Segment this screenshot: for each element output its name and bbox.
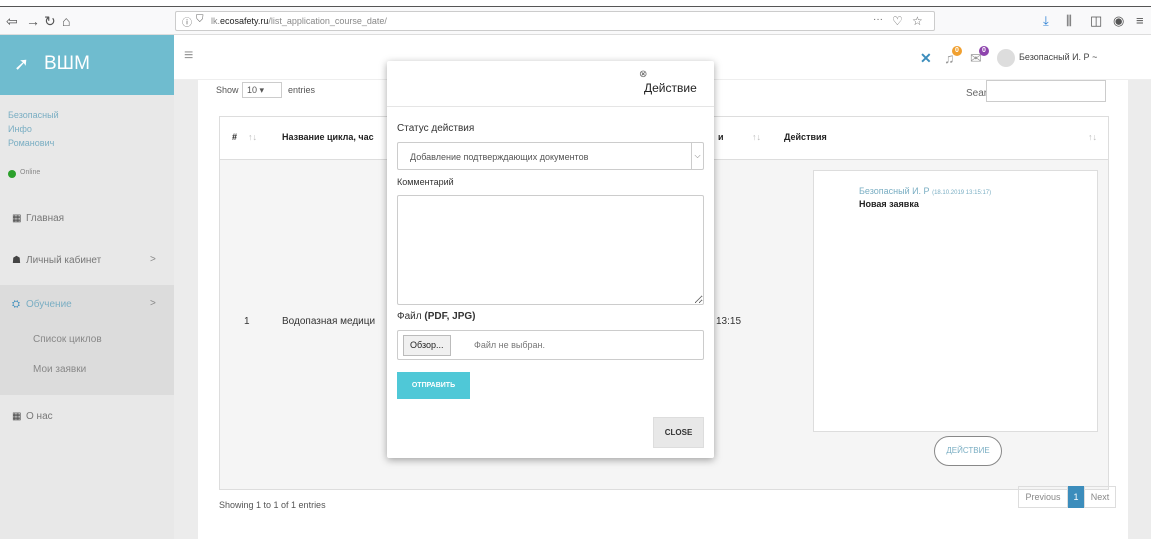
pager-previous[interactable]: Previous — [1018, 486, 1068, 508]
browse-button[interactable]: Обзор... — [403, 335, 451, 356]
pager-current-page[interactable]: 1 — [1068, 486, 1084, 508]
action-date: (18.10.2019 13:15:17) — [932, 190, 992, 196]
sidebar-item-label: О нас — [26, 411, 53, 422]
account-icon[interactable]: ◉ — [1113, 13, 1124, 29]
sidebar-item-about[interactable]: ▦ О нас — [0, 397, 174, 437]
column-header-date[interactable]: и — [718, 132, 724, 142]
chevron-right-icon: > — [150, 254, 156, 265]
column-header-actions[interactable]: Действия — [784, 132, 827, 142]
url-text: lk.ecosafety.ru/list_application_course_… — [211, 16, 387, 26]
mail-badge: 0 — [979, 46, 989, 56]
pocket-icon[interactable]: ♡ — [892, 14, 903, 28]
divider — [387, 106, 714, 107]
user-icon: ☗ — [12, 255, 21, 266]
user-menu[interactable]: Безопасный И. Р ~ — [1019, 52, 1097, 62]
chevron-right-icon: > — [150, 298, 156, 309]
action-author: Безопасный И. Р (18.10.2019 13:15:17) — [859, 186, 991, 196]
column-header-name[interactable]: Название цикла, час — [282, 132, 374, 142]
row-time: 13:15 — [716, 316, 742, 327]
pager-next[interactable]: Next — [1084, 486, 1116, 508]
page-size-select[interactable]: 10 ▾ — [242, 82, 282, 98]
top-strip — [0, 0, 1151, 7]
action-author-name: Безопасный И. Р — [859, 186, 930, 196]
chevron-down-icon[interactable]: ⌵ — [691, 143, 703, 169]
fullscreen-icon[interactable]: ✕ — [920, 50, 932, 67]
user-name-line: Романович — [8, 138, 55, 148]
file-types: (PDF, JPG) — [424, 311, 476, 322]
close-icon[interactable]: ⊗ — [639, 69, 647, 80]
address-bar[interactable]: ⓘ ⛉ lk.ecosafety.ru/list_application_cou… — [175, 11, 935, 31]
home-icon[interactable]: ⌂ — [62, 13, 70, 29]
online-status: Online — [20, 169, 41, 176]
submit-button[interactable]: ОТПРАВИТЬ — [397, 372, 470, 399]
action-button[interactable]: ДЕЙСТВИЕ — [934, 436, 1002, 466]
sidebar-toggle-icon[interactable]: ◫ — [1090, 13, 1102, 29]
file-status: Файл не выбран. — [474, 340, 545, 350]
entries-label: entries — [288, 85, 316, 95]
reload-icon[interactable]: ↻ — [44, 13, 56, 29]
table-info: Showing 1 to 1 of 1 entries — [219, 500, 326, 510]
bookmark-star-icon[interactable]: ☆ — [912, 14, 923, 28]
library-icon[interactable]: ⫼ — [1066, 13, 1072, 29]
file-label: Файл (PDF, JPG) — [397, 311, 476, 322]
row-course-name: Водопазная медици — [282, 316, 376, 327]
user-name-line: Инфо — [8, 124, 32, 134]
show-label: Show — [216, 85, 239, 95]
page-size-value: 10 — [247, 85, 258, 95]
forward-icon[interactable]: → — [26, 13, 40, 29]
sidebar: ➚ ВШМ Безопасный Инфо Романович Online ▦… — [0, 35, 174, 539]
sidebar-item-label: Обучение — [26, 299, 72, 310]
column-header-num[interactable]: # — [232, 132, 237, 142]
file-label-text: Файл — [397, 311, 422, 322]
row-number: 1 — [244, 316, 250, 327]
graduation-cap-icon: ⛭ — [12, 299, 20, 310]
more-icon[interactable]: ··· — [873, 14, 883, 25]
download-icon[interactable]: ⤓ — [1043, 13, 1049, 29]
sort-icon[interactable]: ↑↓ — [248, 132, 257, 142]
comment-textarea[interactable] — [397, 195, 704, 305]
browser-toolbar: ⇦ → ↻ ⌂ ⓘ ⛉ lk.ecosafety.ru/list_applica… — [0, 7, 1151, 35]
sidebar-item-label: Личный кабинет — [26, 255, 102, 266]
notification-badge: 0 — [952, 46, 962, 56]
action-history: Безопасный И. Р (18.10.2019 13:15:17) Но… — [813, 170, 1098, 432]
dashboard-icon: ▦ — [12, 213, 22, 224]
modal-title: Действие — [644, 81, 697, 95]
sidebar-item-cabinet[interactable]: ☗ Личный кабинет > — [0, 241, 174, 281]
sort-icon[interactable]: ↑↓ — [1088, 132, 1097, 142]
brand-logo[interactable]: ➚ ВШМ — [0, 35, 174, 95]
info-icon[interactable]: ⓘ — [182, 14, 192, 29]
sort-icon[interactable]: ↑↓ — [752, 132, 761, 142]
sidebar-item-home[interactable]: ▦ Главная — [0, 199, 174, 239]
brand-name: ВШМ — [44, 53, 90, 74]
action-modal: ⊗ Действие Статус действия Добавление по… — [387, 61, 714, 458]
paper-plane-icon: ➚ — [14, 54, 30, 74]
status-select[interactable]: Добавление подтверждающих документов ⌵ — [397, 142, 704, 170]
avatar[interactable] — [997, 49, 1015, 67]
user-name-line: Безопасный — [8, 110, 59, 120]
close-button[interactable]: CLOSE — [653, 417, 704, 448]
shield-icon[interactable]: ⛉ — [196, 14, 204, 25]
sidebar-item-label: Главная — [26, 213, 65, 224]
comment-label: Комментарий — [397, 177, 454, 187]
action-status: Новая заявка — [859, 199, 919, 209]
file-input[interactable]: Обзор... Файл не выбран. — [397, 330, 704, 360]
online-indicator — [8, 170, 16, 178]
subnav-item-my-requests[interactable]: Мои заявки — [33, 364, 86, 375]
sidebar-subnav: Список циклов Мои заявки — [0, 320, 174, 395]
hamburger-icon[interactable]: ≡ — [184, 47, 193, 65]
sidebar-item-education[interactable]: ⛭ Обучение > — [0, 285, 174, 325]
menu-icon[interactable]: ≡ — [1136, 13, 1144, 28]
dashboard-icon: ▦ — [12, 411, 22, 422]
status-label: Статус действия — [397, 123, 475, 134]
status-selected-value: Добавление подтверждающих документов — [410, 152, 589, 162]
back-icon[interactable]: ⇦ — [6, 13, 18, 29]
subnav-item-cycles[interactable]: Список циклов — [33, 334, 102, 345]
search-input[interactable] — [986, 80, 1106, 102]
